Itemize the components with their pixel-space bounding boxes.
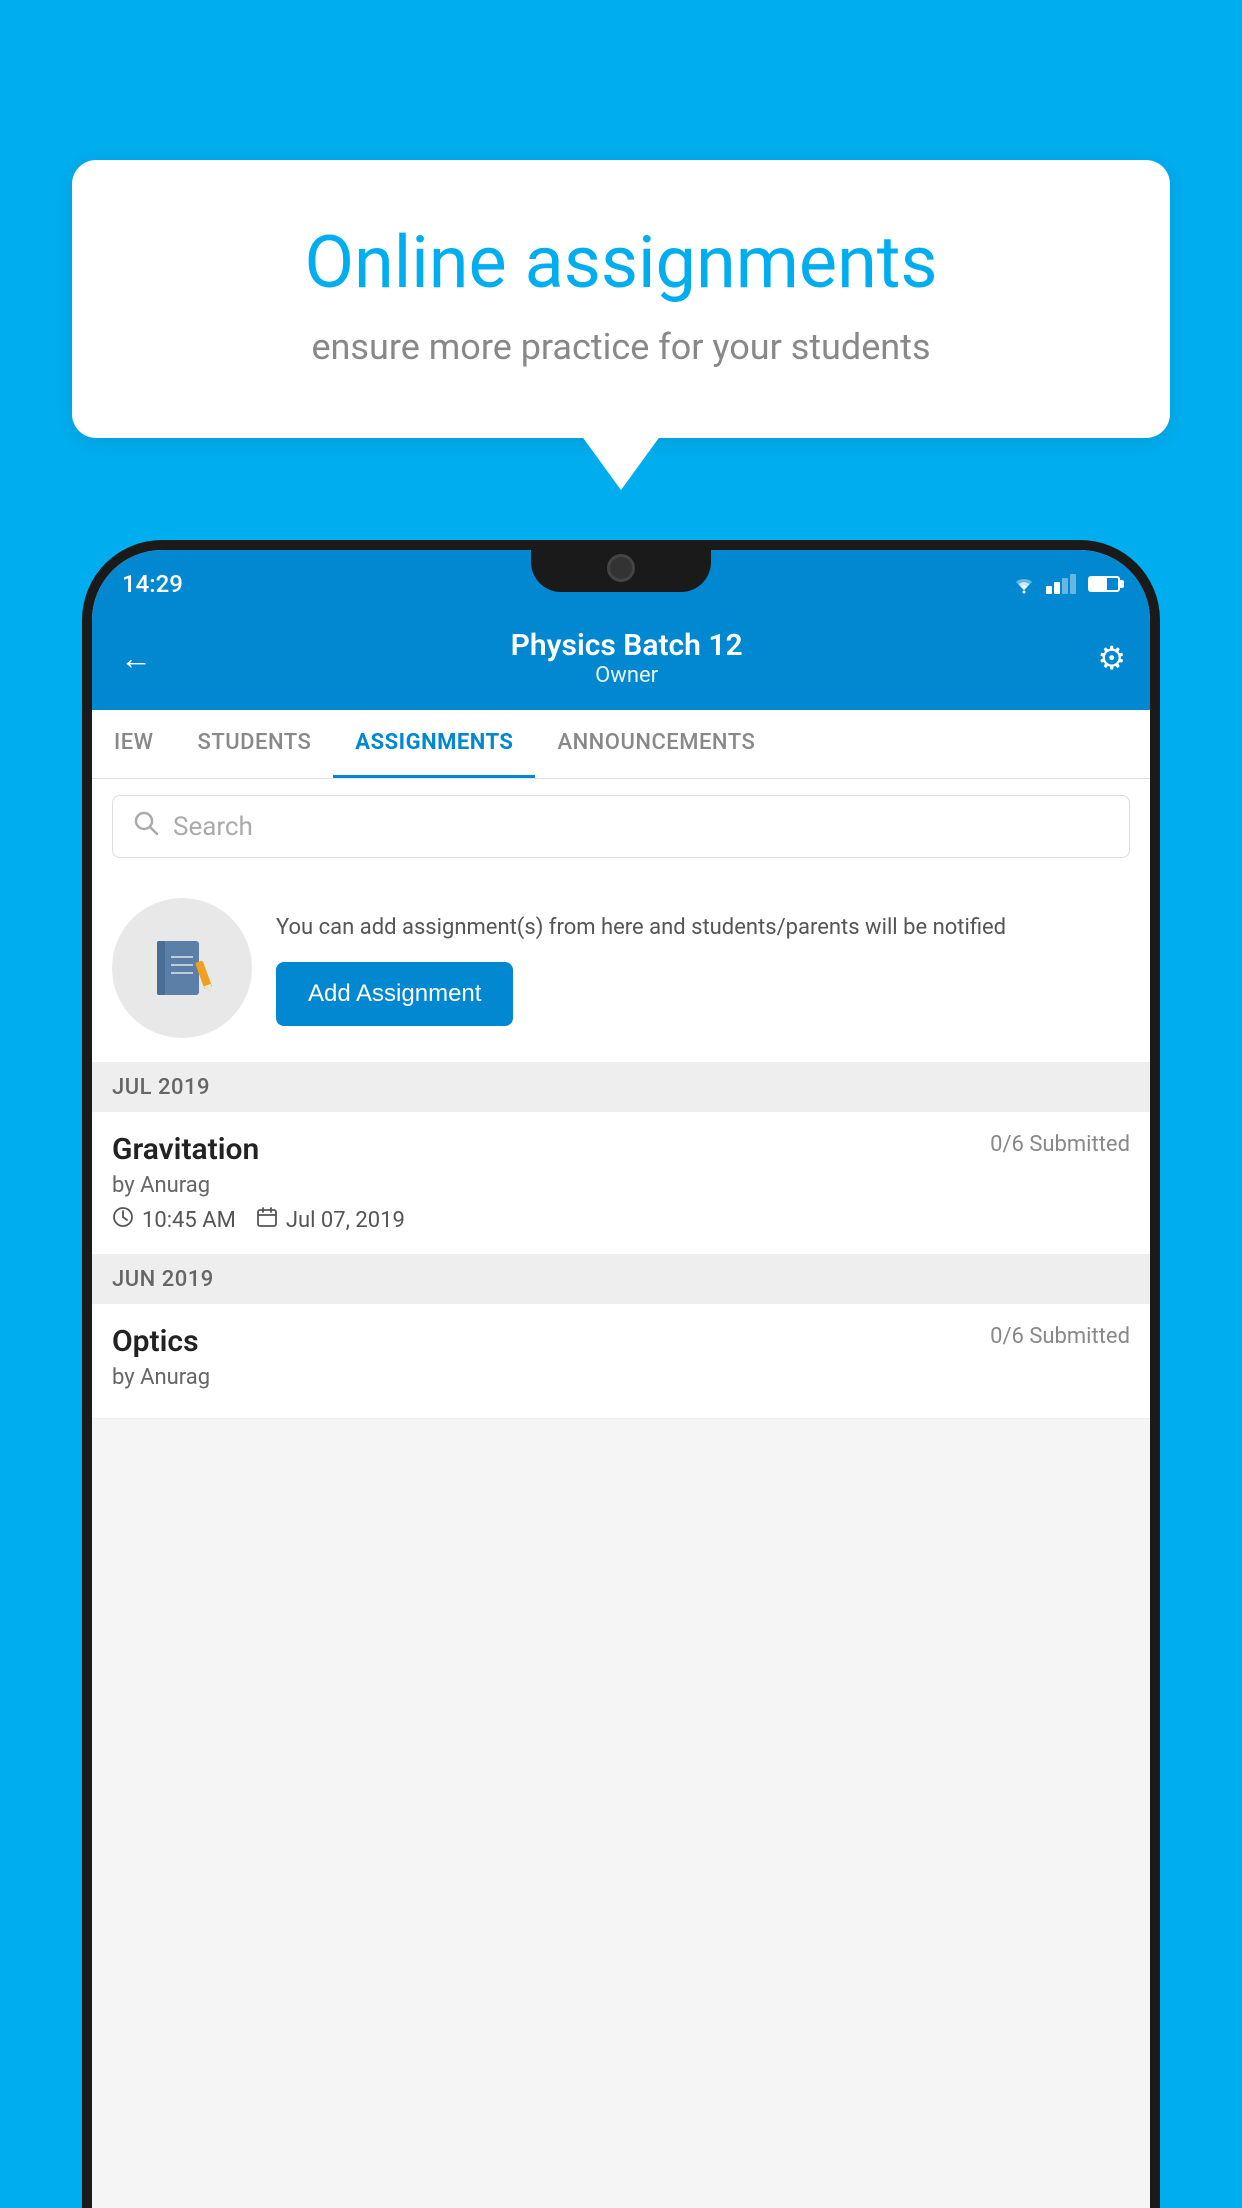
info-description: You can add assignment(s) from here and … xyxy=(276,911,1130,944)
speech-bubble-container: Online assignments ensure more practice … xyxy=(72,160,1170,438)
wifi-icon xyxy=(1010,574,1038,594)
add-assignment-button[interactable]: Add Assignment xyxy=(276,962,513,1026)
assignment-time: 10:45 AM xyxy=(142,1208,236,1233)
time-meta: 10:45 AM xyxy=(112,1206,236,1234)
assignment-item-gravitation[interactable]: Gravitation 0/6 Submitted by Anurag xyxy=(92,1112,1150,1255)
assignment-meta: 10:45 AM Jul 07, 2019 xyxy=(112,1206,1130,1234)
calendar-icon xyxy=(256,1206,278,1234)
section-header-jul: JUL 2019 xyxy=(92,1063,1150,1112)
phone-frame: 14:29 xyxy=(82,540,1160,2208)
assignment-title: Gravitation xyxy=(112,1132,259,1167)
section-header-jun: JUN 2019 xyxy=(92,1255,1150,1304)
phone-screen: 14:29 xyxy=(92,550,1150,2208)
bubble-title: Online assignments xyxy=(144,220,1098,306)
header-title: Physics Batch 12 xyxy=(511,628,743,663)
clock-icon xyxy=(112,1206,134,1234)
assignment-author: by Anurag xyxy=(112,1173,1130,1198)
bubble-subtitle: ensure more practice for your students xyxy=(144,326,1098,368)
search-bar[interactable]: Search xyxy=(112,795,1130,858)
assignment-date: Jul 07, 2019 xyxy=(286,1208,405,1233)
assignment-top-row: Gravitation 0/6 Submitted xyxy=(112,1132,1130,1167)
notebook-icon xyxy=(147,933,217,1003)
tabs-container: IEW STUDENTS ASSIGNMENTS ANNOUNCEMENTS xyxy=(92,710,1150,779)
settings-button[interactable]: ⚙ xyxy=(1097,639,1126,677)
search-icon xyxy=(133,810,159,843)
assignment-optics-submitted: 0/6 Submitted xyxy=(990,1324,1130,1349)
info-text-section: You can add assignment(s) from here and … xyxy=(276,911,1130,1026)
assignment-item-optics[interactable]: Optics 0/6 Submitted by Anurag xyxy=(92,1304,1150,1419)
status-time: 14:29 xyxy=(122,570,183,598)
battery-icon xyxy=(1088,576,1120,592)
assignment-optics-top-row: Optics 0/6 Submitted xyxy=(112,1324,1130,1359)
assignment-submitted: 0/6 Submitted xyxy=(990,1132,1130,1157)
tab-announcements[interactable]: ANNOUNCEMENTS xyxy=(535,710,777,778)
assignment-optics-author: by Anurag xyxy=(112,1365,1130,1390)
status-icons xyxy=(1010,574,1120,594)
speech-bubble: Online assignments ensure more practice … xyxy=(72,160,1170,438)
notebook-icon-circle xyxy=(112,898,252,1038)
tab-students[interactable]: STUDENTS xyxy=(176,710,334,778)
tab-iew[interactable]: IEW xyxy=(92,710,176,778)
signal-bars xyxy=(1046,574,1076,594)
phone-camera xyxy=(607,554,635,582)
phone-notch xyxy=(531,540,711,592)
search-bar-container: Search xyxy=(92,779,1150,874)
header-title-group: Physics Batch 12 Owner xyxy=(511,628,743,688)
app-header: ← Physics Batch 12 Owner ⚙ xyxy=(92,610,1150,710)
header-subtitle: Owner xyxy=(511,663,743,688)
tab-assignments[interactable]: ASSIGNMENTS xyxy=(333,710,535,778)
date-meta: Jul 07, 2019 xyxy=(256,1206,405,1234)
back-button[interactable]: ← xyxy=(116,635,156,681)
search-placeholder: Search xyxy=(173,812,253,842)
content-area: Search xyxy=(92,779,1150,1419)
assignment-optics-title: Optics xyxy=(112,1324,199,1359)
info-box: You can add assignment(s) from here and … xyxy=(92,874,1150,1063)
